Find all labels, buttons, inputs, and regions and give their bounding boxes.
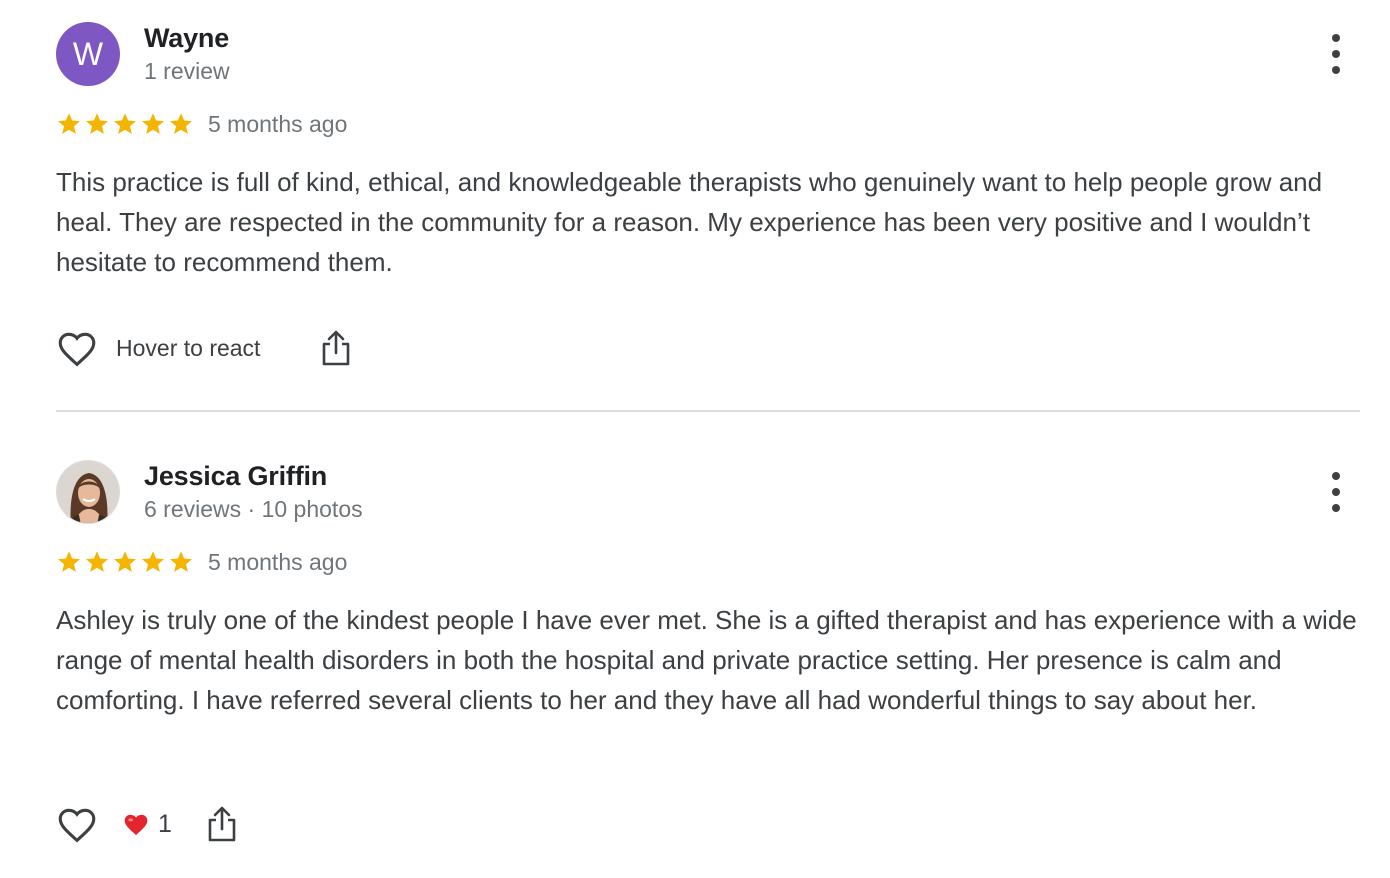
share-button[interactable] xyxy=(204,803,240,845)
heart-outline-icon xyxy=(58,808,96,843)
hover-to-react-label[interactable]: Hover to react xyxy=(116,335,260,362)
reaction-count: 1 xyxy=(158,809,172,838)
share-icon xyxy=(208,806,236,842)
avatar[interactable] xyxy=(56,460,120,524)
like-button[interactable] xyxy=(56,803,98,845)
more-options-button[interactable] xyxy=(1324,472,1348,512)
review-text: This practice is full of kind, ethical, … xyxy=(56,167,1323,277)
author-meta: 1 review xyxy=(144,58,230,84)
author-info: Wayne 1 review xyxy=(144,22,230,86)
more-vert-icon xyxy=(1332,472,1340,480)
reaction-summary[interactable]: 1 xyxy=(122,810,172,839)
reviews-list: W Wayne 1 review 5 months ago This pract… xyxy=(0,0,1390,878)
star-icon xyxy=(114,551,136,572)
star-icon xyxy=(142,113,164,134)
more-vert-icon xyxy=(1332,34,1340,42)
heart-outline-icon xyxy=(58,332,96,367)
star-icon xyxy=(170,551,192,572)
review-divider xyxy=(56,410,1360,412)
author-name[interactable]: Jessica Griffin xyxy=(144,460,363,492)
review-timestamp: 5 months ago xyxy=(208,110,348,137)
share-icon xyxy=(323,330,350,366)
star-icon xyxy=(86,551,108,572)
author-meta: 6 reviews · 10 photos xyxy=(144,496,363,522)
star-icon xyxy=(170,113,192,134)
rating-row: 5 months ago xyxy=(56,546,347,578)
like-button[interactable] xyxy=(56,327,98,369)
rating-row: 5 months ago xyxy=(56,108,347,140)
star-rating xyxy=(56,111,194,137)
share-button[interactable] xyxy=(318,327,354,369)
review-actions: 1 xyxy=(56,802,240,846)
star-icon xyxy=(114,113,136,134)
star-icon xyxy=(58,551,80,572)
review-text: Ashley is truly one of the kindest peopl… xyxy=(56,605,1357,715)
avatar[interactable]: W xyxy=(56,22,120,86)
more-options-button[interactable] xyxy=(1324,34,1348,74)
star-icon xyxy=(58,113,80,134)
profile-photo-icon xyxy=(57,461,119,523)
star-icon xyxy=(86,113,108,134)
review-timestamp: 5 months ago xyxy=(208,548,348,575)
author-name[interactable]: Wayne xyxy=(144,22,230,54)
heart-filled-icon xyxy=(124,814,148,836)
review-actions: Hover to react xyxy=(56,326,354,370)
star-icon xyxy=(142,551,164,572)
author-info: Jessica Griffin 6 reviews · 10 photos xyxy=(144,460,363,524)
star-rating xyxy=(56,549,194,575)
